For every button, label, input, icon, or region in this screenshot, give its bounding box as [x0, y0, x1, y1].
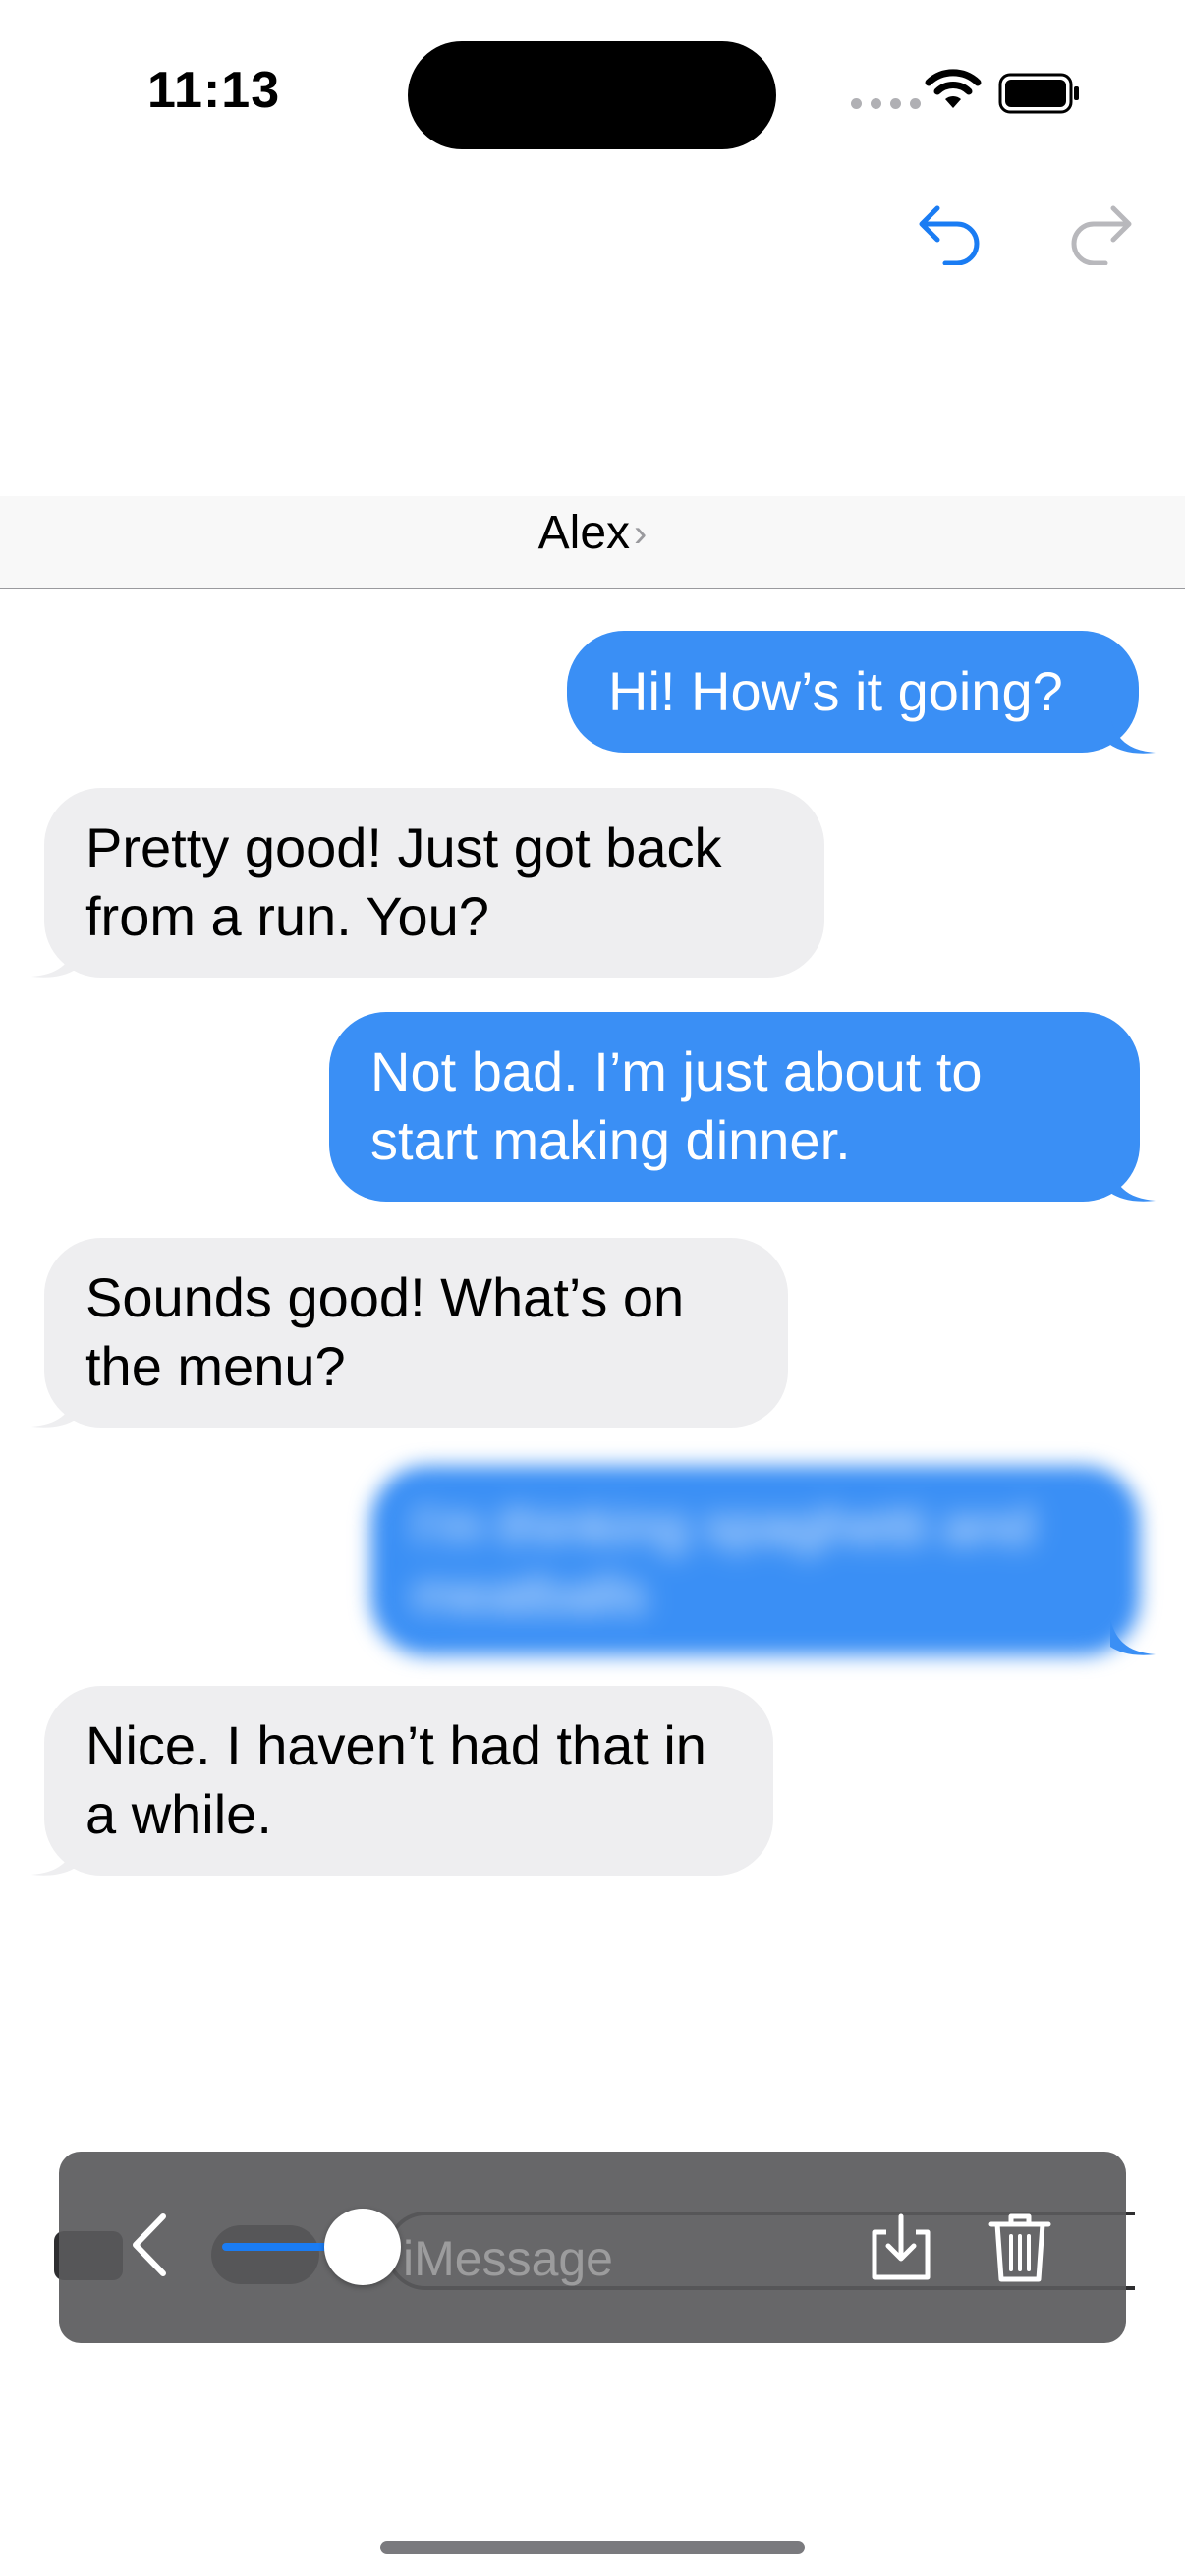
message-text: Pretty good! Just got back from a run. Y… — [85, 816, 722, 947]
status-time: 11:13 — [147, 62, 281, 119]
bubble-tail — [1110, 1619, 1156, 1655]
message-text: Hi! How’s it going? — [608, 660, 1063, 722]
message-bubble-received[interactable]: Sounds good! What’s on the menu? — [44, 1238, 788, 1428]
message-bubble-received[interactable]: Pretty good! Just got back from a run. Y… — [44, 788, 824, 978]
save-icon[interactable] — [869, 2212, 933, 2283]
message-bubble-received[interactable]: Nice. I haven’t had that in a while. — [44, 1686, 773, 1876]
chevron-right-icon: › — [634, 512, 648, 555]
message-text: I'm thinking spaghetti and meatballs — [412, 1494, 1035, 1625]
redo-icon[interactable] — [1066, 196, 1135, 265]
bubble-tail — [1110, 717, 1156, 754]
wifi-icon — [925, 69, 982, 108]
slider-thumb[interactable] — [324, 2209, 401, 2285]
message-text: Nice. I haven’t had that in a while. — [85, 1714, 706, 1845]
message-input[interactable]: iMessage — [403, 2230, 613, 2287]
undo-icon[interactable] — [916, 196, 985, 265]
contact-name: Alex — [537, 507, 631, 559]
message-text: Not bad. I’m just about to start making … — [370, 1040, 983, 1171]
back-icon[interactable] — [126, 2211, 175, 2279]
message-bubble-sent-blurred[interactable]: I'm thinking spaghetti and meatballs — [370, 1466, 1140, 1655]
bubble-tail — [31, 1839, 77, 1876]
bubble-tail — [31, 1391, 77, 1428]
message-text: Sounds good! What’s on the menu? — [85, 1266, 685, 1397]
battery-icon — [998, 73, 1079, 114]
message-bubble-sent[interactable]: Not bad. I’m just about to start making … — [329, 1012, 1140, 1202]
trash-icon[interactable] — [988, 2211, 1052, 2285]
bubble-tail — [31, 941, 77, 978]
bubble-tail — [1110, 1165, 1156, 1202]
message-bubble-sent[interactable]: Hi! How’s it going? — [567, 631, 1139, 753]
home-indicator[interactable] — [380, 2541, 805, 2554]
cellular-signal-icon — [851, 98, 921, 109]
dynamic-island — [408, 41, 776, 149]
contact-name-button[interactable]: Alex › — [0, 506, 1185, 560]
